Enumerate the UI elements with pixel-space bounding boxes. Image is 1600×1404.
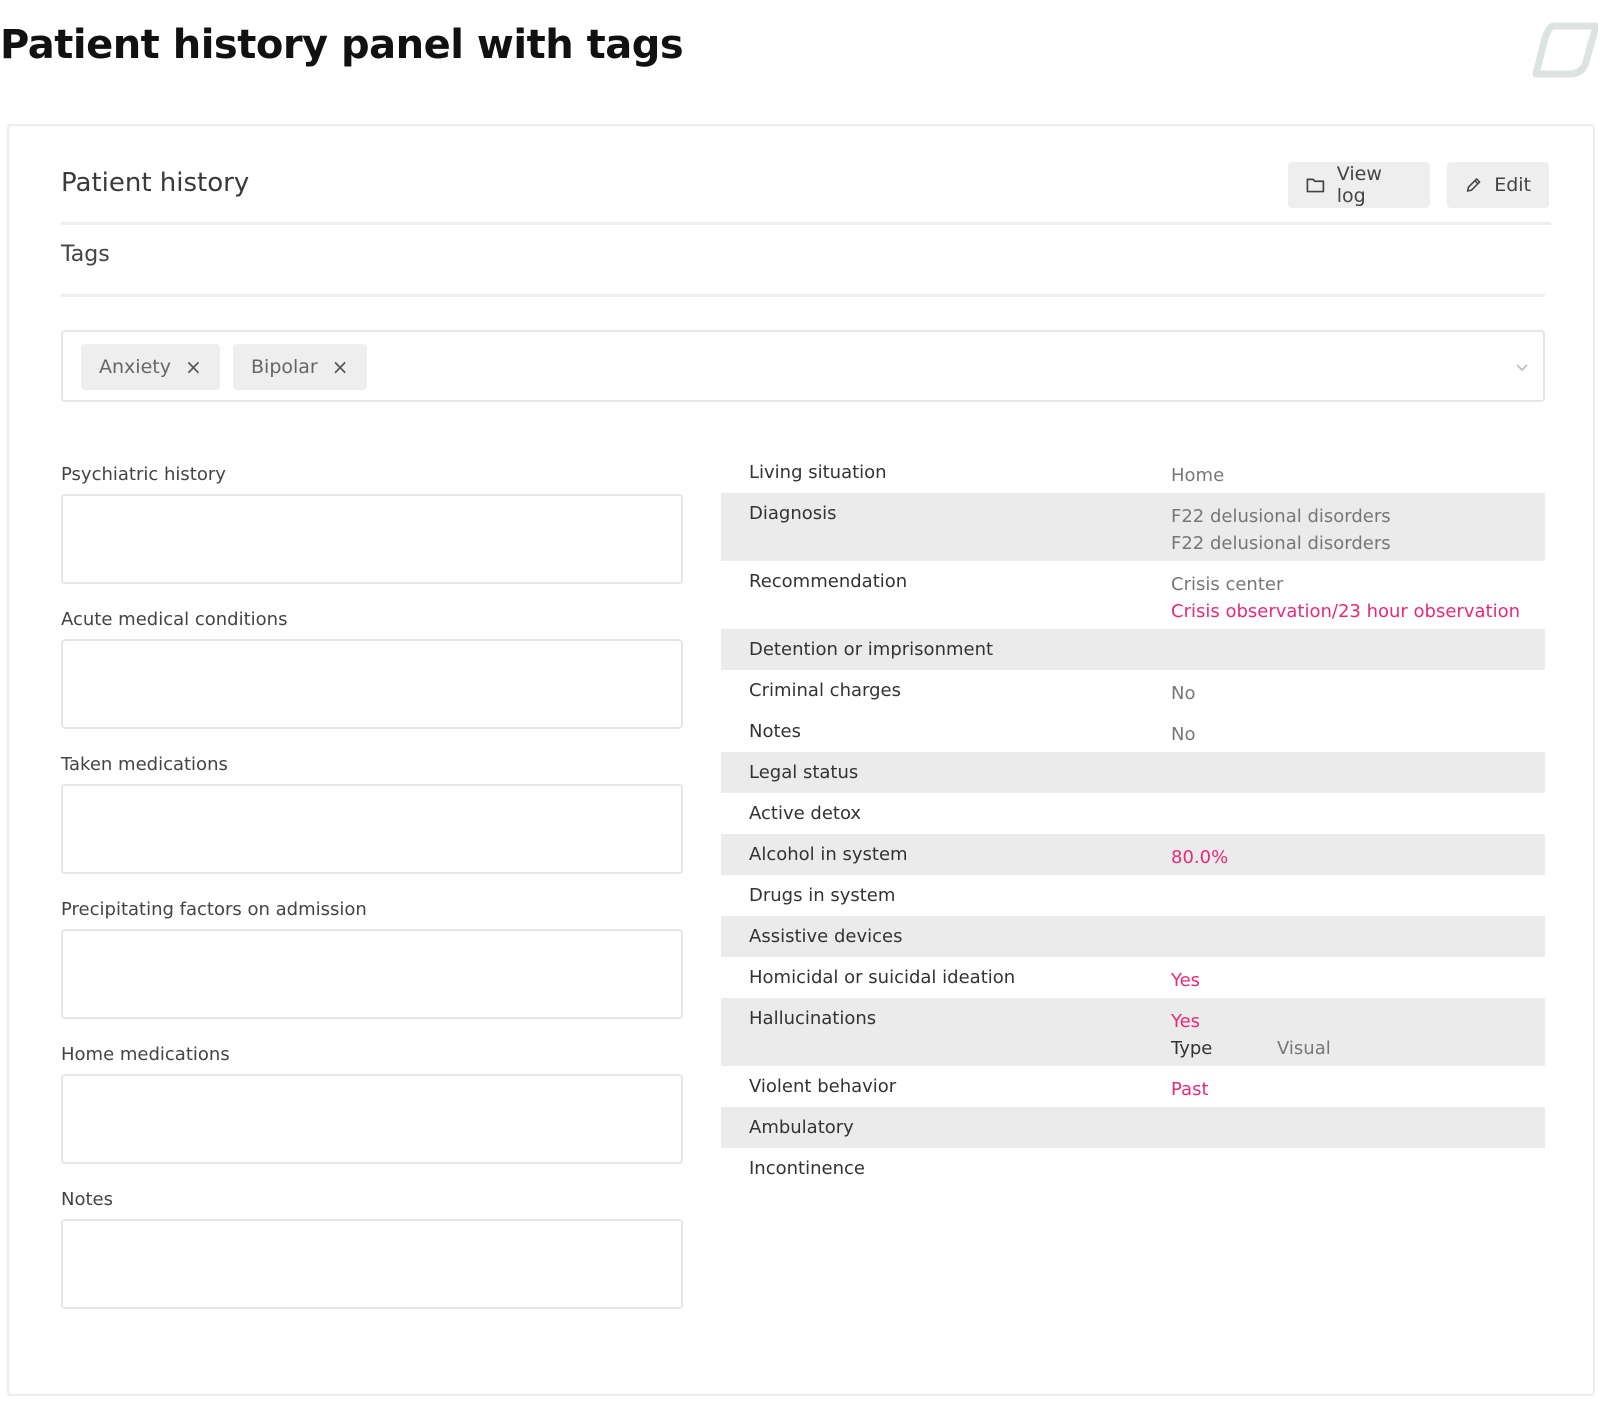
tag-label: Anxiety	[99, 356, 171, 378]
patient-history-card: Patient history View log Edit Tags Anxie…	[7, 124, 1595, 1396]
edit-button[interactable]: Edit	[1447, 162, 1549, 208]
notes-label: Notes	[61, 1189, 113, 1210]
hallucinations-value: Yes	[1171, 1011, 1201, 1032]
info-value: No	[1171, 683, 1196, 704]
hallucinations-type-label: Type	[1171, 1038, 1213, 1059]
info-value: Yes	[1171, 970, 1201, 991]
info-label: Legal status	[749, 762, 859, 783]
info-row-criminal-charges: Criminal charges No	[721, 670, 1545, 711]
info-row-alcohol: Alcohol in system 80.0%	[721, 834, 1545, 875]
info-label: Drugs in system	[749, 885, 896, 906]
info-row-assistive-devices: Assistive devices	[721, 916, 1545, 957]
precipitating-factors-field[interactable]	[61, 929, 683, 1019]
precipitating-factors-label: Precipitating factors on admission	[61, 899, 367, 920]
recommendation-value-2: Crisis observation/23 hour observation	[1171, 601, 1520, 622]
pencil-icon	[1466, 178, 1481, 192]
info-label: Alcohol in system	[749, 844, 908, 865]
info-value: Yes Type Visual	[1171, 1008, 1331, 1062]
info-row-ideation: Homicidal or suicidal ideation Yes	[721, 957, 1545, 998]
view-log-button[interactable]: View log	[1288, 162, 1430, 208]
taken-medications-field[interactable]	[61, 784, 683, 874]
info-label: Active detox	[749, 803, 862, 824]
info-label: Hallucinations	[749, 1008, 877, 1029]
diagnosis-value-1: F22 delusional disorders	[1171, 506, 1391, 527]
info-label: Homicidal or suicidal ideation	[749, 967, 1016, 988]
info-label: Ambulatory	[749, 1117, 854, 1138]
tag-label: Bipolar	[251, 356, 318, 378]
logo-icon	[1532, 22, 1598, 78]
info-row-ambulatory: Ambulatory	[721, 1107, 1545, 1148]
acute-medical-conditions-field[interactable]	[61, 639, 683, 729]
header-divider	[61, 222, 1551, 225]
info-row-recommendation: Recommendation Crisis center Crisis obse…	[721, 561, 1545, 629]
psychiatric-history-label: Psychiatric history	[61, 464, 226, 485]
info-label: Assistive devices	[749, 926, 903, 947]
acute-medical-conditions-label: Acute medical conditions	[61, 609, 288, 630]
info-label: Detention or imprisonment	[749, 639, 994, 660]
info-label: Criminal charges	[749, 680, 901, 701]
taken-medications-label: Taken medications	[61, 754, 228, 775]
hallucinations-type-value: Visual	[1277, 1038, 1331, 1059]
info-row-living-situation: Living situation Home	[721, 452, 1545, 493]
tags-section-label: Tags	[61, 242, 110, 267]
info-label: Living situation	[749, 462, 887, 483]
panel-title: Patient history	[61, 168, 250, 198]
info-value: Home	[1171, 465, 1225, 486]
info-label: Diagnosis	[749, 503, 837, 524]
info-value: No	[1171, 724, 1196, 745]
chevron-down-icon[interactable]	[1513, 358, 1531, 376]
folder-icon	[1306, 178, 1325, 193]
close-icon[interactable]: ×	[185, 355, 202, 379]
home-medications-label: Home medications	[61, 1044, 230, 1065]
info-row-active-detox: Active detox	[721, 793, 1545, 834]
info-label: Incontinence	[749, 1158, 865, 1179]
info-row-violent-behavior: Violent behavior Past	[721, 1066, 1545, 1107]
tags-divider	[61, 294, 1545, 297]
info-row-hallucinations: Hallucinations Yes Type Visual	[721, 998, 1545, 1066]
recommendation-value-1: Crisis center	[1171, 574, 1284, 595]
info-value: Crisis center Crisis observation/23 hour…	[1171, 571, 1520, 625]
home-medications-field[interactable]	[61, 1074, 683, 1164]
tag-bipolar: Bipolar ×	[233, 344, 367, 390]
info-label: Notes	[749, 721, 801, 742]
edit-label: Edit	[1494, 174, 1531, 196]
view-log-label: View log	[1336, 163, 1382, 207]
info-value: Past	[1171, 1079, 1209, 1100]
page-title: Patient history panel with tags	[0, 22, 684, 68]
info-label: Recommendation	[749, 571, 908, 592]
info-value: F22 delusional disorders F22 delusional …	[1171, 503, 1391, 557]
info-row-incontinence: Incontinence	[721, 1148, 1545, 1189]
notes-field[interactable]	[61, 1219, 683, 1309]
info-row-detention: Detention or imprisonment	[721, 629, 1545, 670]
info-value: 80.0%	[1171, 847, 1229, 868]
psychiatric-history-field[interactable]	[61, 494, 683, 584]
diagnosis-value-2: F22 delusional disorders	[1171, 533, 1391, 554]
info-row-diagnosis: Diagnosis F22 delusional disorders F22 d…	[721, 493, 1545, 561]
tags-select[interactable]: Anxiety × Bipolar ×	[61, 330, 1545, 402]
info-label: Violent behavior	[749, 1076, 897, 1097]
tag-anxiety: Anxiety ×	[81, 344, 220, 390]
info-row-notes: Notes No	[721, 711, 1545, 752]
close-icon[interactable]: ×	[332, 355, 349, 379]
info-row-legal-status: Legal status	[721, 752, 1545, 793]
info-row-drugs: Drugs in system	[721, 875, 1545, 916]
